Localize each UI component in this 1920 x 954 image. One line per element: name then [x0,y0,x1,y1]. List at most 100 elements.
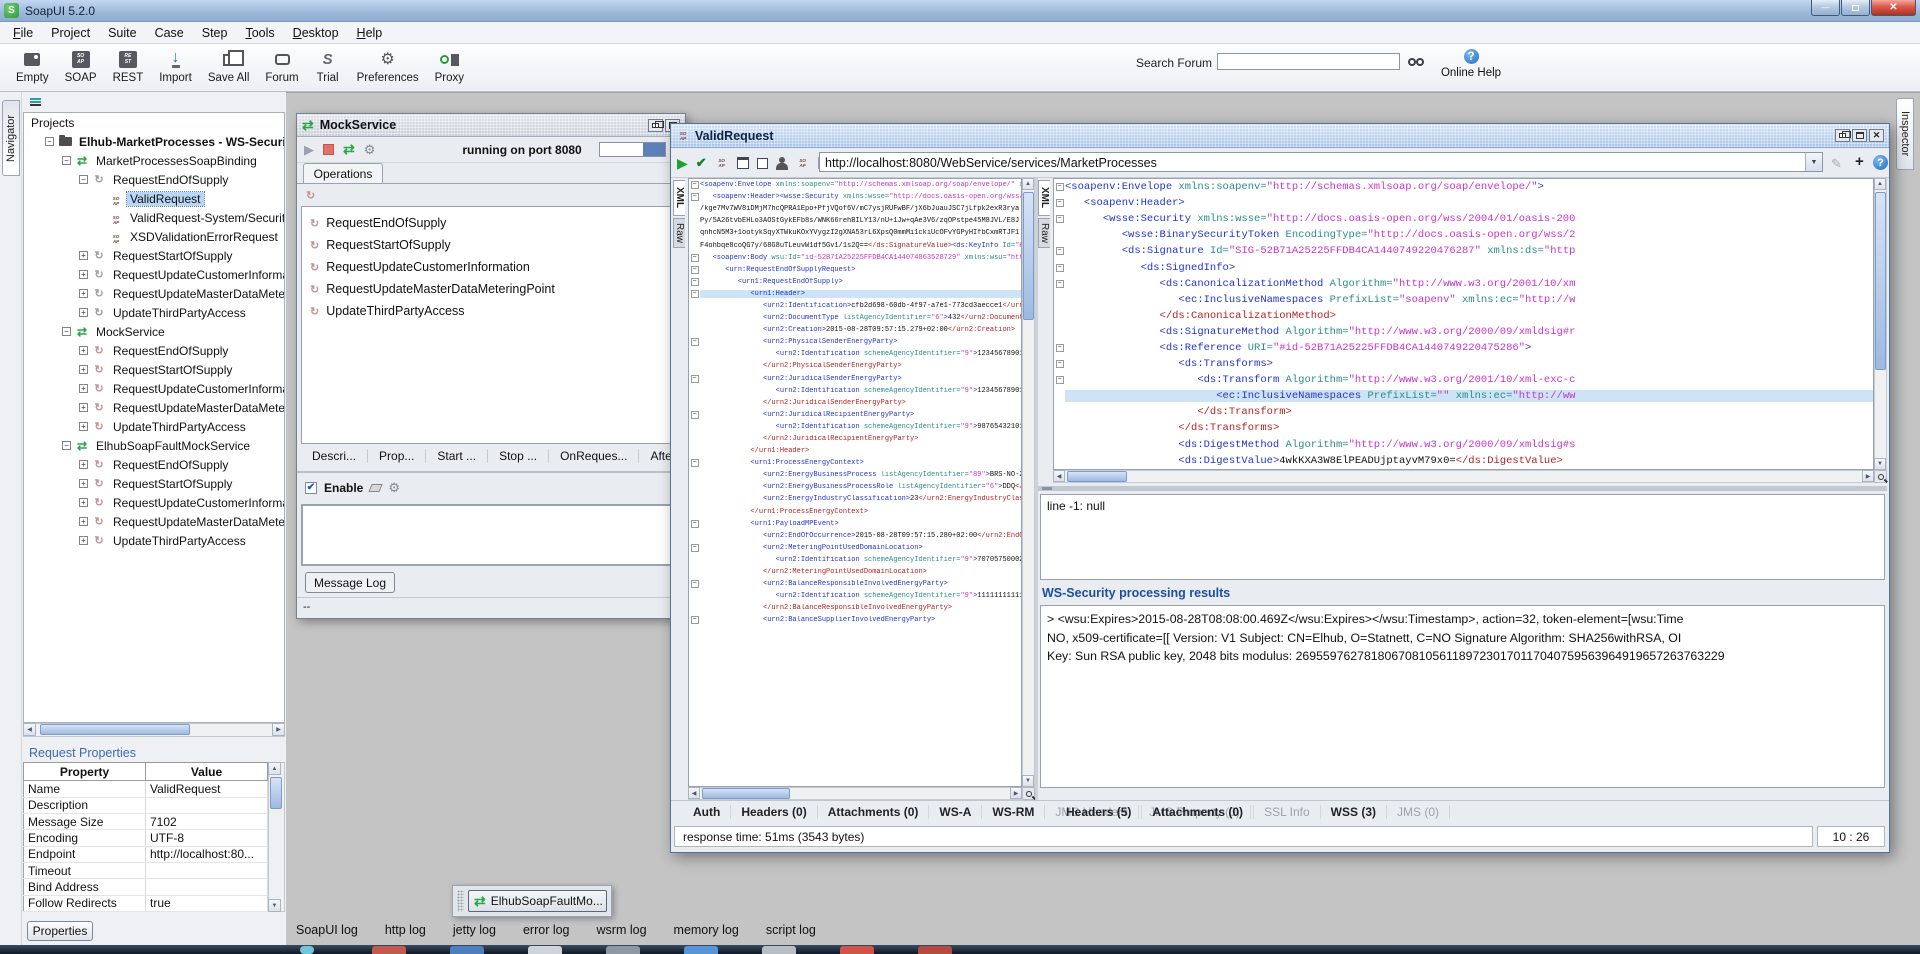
xml-line[interactable]: </ds:Transforms> [1054,420,1873,436]
submit-request-icon[interactable]: ▶ [677,155,688,172]
xml-line[interactable]: − <ds:SignedInfo> [1054,259,1873,275]
request-vertical-scrollbar[interactable]: ▲ ▼ [1022,178,1035,787]
tree-item[interactable]: −Elhub-MarketProcesses - WS-Security [24,132,284,151]
tree-item[interactable]: −⇄MockService [24,322,284,341]
import-button[interactable]: ↓Import [151,44,200,84]
tree-expander[interactable]: + [79,270,88,279]
tab-operations[interactable]: Operations [303,163,383,183]
xml-line[interactable]: F4ohbqe8coQG7y/68G8uTLeuvW1df5Gv1/1s2Q==… [689,239,1021,251]
mock-operation-item[interactable]: ↻RequestUpdateMasterDataMeteringPoint [302,278,682,300]
xml-line[interactable]: <wsse:BinarySecurityToken EncodingType="… [1054,227,1873,243]
xml-line[interactable]: − <ds:Signature Id="SIG-52B71A25225FFDB4… [1054,243,1873,259]
xml-line[interactable]: − <soapenv:Header> [1054,195,1873,211]
empty-button[interactable]: Empty [8,44,57,84]
response-xml[interactable]: −<soapenv:Envelope xmlns:soapenv="http:/… [1053,178,1874,470]
xml-line[interactable]: </urn1:ProcessEnergyContext> [689,506,1021,518]
recreate-request-icon[interactable] [737,157,749,169]
tree-expander[interactable]: − [79,175,88,184]
xml-line[interactable]: <urn2:EndOfOccurrence>2015-08-28T09:57:1… [689,530,1021,542]
menu-project[interactable]: Project [42,24,99,42]
frame-restore-button[interactable] [648,119,663,132]
tree-expander[interactable]: + [79,308,88,317]
fold-toggle-icon[interactable]: − [691,290,699,298]
validrequest-titlebar[interactable]: SOAP ValidRequest ✕ [671,124,1889,148]
eraser-icon[interactable] [369,484,383,492]
tree-expander[interactable]: + [79,536,88,545]
stop-mockservice-icon[interactable] [323,144,334,155]
log-tab-soapui[interactable]: SoapUI log [296,923,358,937]
xml-line[interactable]: <ds:DigestMethod Algorithm="http://www.w… [1054,437,1873,453]
xml-line[interactable]: <urn2:EnergyBusinessProcess listAgencyId… [689,469,1021,481]
tree-expander[interactable]: + [79,403,88,412]
tree-item[interactable]: SOAPXSDValidationErrorRequest [24,227,284,246]
xml-line[interactable]: − <ds:Reference URI="#id-52B71A25225FFDB… [1054,340,1873,356]
online-help-button[interactable]: ? Online Help [1440,46,1502,79]
tree-item[interactable]: +↻UpdateThirdPartyAccess [24,303,284,322]
xml-line[interactable]: </ds:Transform> [1054,404,1873,420]
fold-toggle-icon[interactable]: − [1056,280,1064,288]
response-splitter[interactable] [1038,486,1887,491]
xml-line[interactable]: /kge7Mv7WV8iDMjM7hcQPRA1Epo+PfjVQof6V/mC… [689,203,1021,215]
menu-case[interactable]: Case [146,24,193,42]
fold-toggle-icon[interactable]: − [691,544,699,552]
xml-line[interactable]: − <soapenv:Header><wsse:Security xmlns:w… [689,191,1021,203]
fold-toggle-icon[interactable]: − [1056,376,1064,384]
xml-line[interactable]: <ec:InclusiveNamespaces PrefixList="" xm… [1054,388,1873,404]
fold-toggle-icon[interactable]: − [691,375,699,383]
tree-item[interactable]: +↻RequestEndOfSupply [24,455,284,474]
tree-item[interactable]: +↻RequestEndOfSupply [24,341,284,360]
properties-button[interactable]: Properties [27,921,93,941]
fold-toggle-icon[interactable]: − [691,520,699,528]
validate-icon[interactable]: ✔ [696,155,707,171]
editor-tab-raw[interactable]: Raw [673,218,685,248]
taskbar-item[interactable] [684,946,718,954]
xml-line[interactable]: − <urn1:RequestEndOfSupply> [689,276,1021,288]
xml-line[interactable]: </urn1:Header> [689,445,1021,457]
mock-operation-item[interactable]: ↻RequestStartOfSupply [302,234,682,256]
inspector-tab[interactable]: WSS (3) [1321,805,1387,819]
xml-line[interactable]: − <urn2:BalanceSupplierInvolvedEnergyPar… [689,614,1021,626]
script-textarea[interactable] [301,504,683,566]
xml-line[interactable]: </ds:CanonicalizationMethod> [1054,308,1873,324]
restart-mockservice-icon[interactable]: ⇄ [343,141,355,158]
xml-line[interactable]: <urn2:Identification schemeAgencyIdentif… [689,554,1021,566]
taskbar-item[interactable] [450,946,484,954]
tree-item[interactable]: +↻RequestUpdateCustomerInformation [24,265,284,284]
log-tab-error[interactable]: error log [523,923,570,937]
trial-button[interactable]: STrial [307,44,349,84]
mock-tab[interactable]: Start ... [426,449,488,463]
fold-toggle-icon[interactable]: − [1056,183,1064,191]
fold-toggle-icon[interactable]: − [1056,264,1064,272]
tree-item[interactable]: −⇄ElhubSoapFaultMockService [24,436,284,455]
help-icon[interactable]: ? [1873,155,1888,170]
xml-line[interactable]: </urn2:BalanceResponsibleInvolvedEnergyP… [689,602,1021,614]
log-tab-wsrm[interactable]: wsrm log [597,923,647,937]
tab-navigator[interactable]: Navigator [2,100,20,176]
windows-taskbar[interactable] [0,945,1920,954]
fold-toggle-icon[interactable]: − [691,338,699,346]
tree-expander[interactable]: − [62,156,71,165]
tree-expander[interactable]: − [62,327,71,336]
mock-tab[interactable]: Stop ... [488,449,549,463]
chevron-down-icon[interactable]: ▼ [1805,153,1822,171]
taskbar-item[interactable] [606,946,640,954]
tree-horizontal-scrollbar[interactable]: ◀ ▶ [23,723,285,737]
xml-line[interactable]: − <urn2:JuridicalSenderEnergyParty> [689,373,1021,385]
inspector-tab[interactable]: Headers (5) [1056,805,1142,819]
tree-item[interactable]: +↻RequestUpdateCustomerInformation [24,379,284,398]
xml-line[interactable]: − <urn1:ProcessEnergyContext> [689,457,1021,469]
xml-line[interactable]: − <urn2:MeteringPointUsedDomainLocation> [689,542,1021,554]
credentials-icon[interactable] [776,163,788,170]
inspector-tab[interactable]: Attachments (0) [1142,805,1254,819]
xml-line[interactable]: − <urn2:BalanceResponsibleInvolvedEnergy… [689,578,1021,590]
fold-toggle-icon[interactable]: − [691,181,699,189]
script-options-icon[interactable]: ⚙ [388,480,400,496]
property-row[interactable]: Timeout [24,863,268,879]
xml-line[interactable]: <urn2:Creation>2015-08-28T09:57:15.279+0… [689,324,1021,336]
xml-line[interactable]: </urn2:JuridicalRecipientEnergyParty> [689,433,1021,445]
fold-toggle-icon[interactable]: − [691,193,699,201]
xml-line[interactable]: <urn2:Identification schemeAgencyIdentif… [689,385,1021,397]
tree-expander[interactable]: + [79,498,88,507]
xml-line[interactable]: −<soapenv:Envelope xmlns:soapenv="http:/… [1054,179,1873,195]
xml-line[interactable]: Py/5A26tvbEHLo3AOStGykEFb8s/WNK66rehBILY… [689,215,1021,227]
